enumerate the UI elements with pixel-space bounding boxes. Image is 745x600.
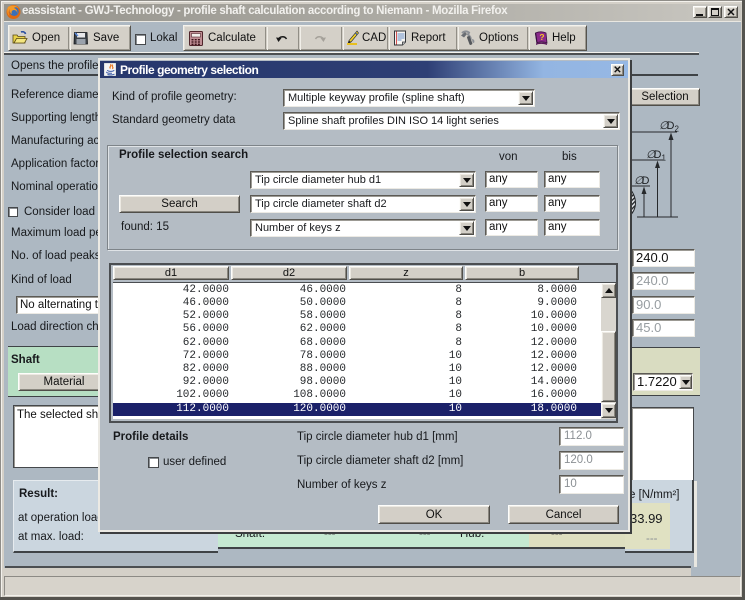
svg-text:1: 1 [662,154,667,163]
svg-text:D: D [667,120,675,132]
svg-text:2: 2 [675,125,680,134]
svg-text:D: D [654,149,662,161]
svg-text:D: D [642,175,650,187]
svg-text:?: ? [539,32,544,42]
